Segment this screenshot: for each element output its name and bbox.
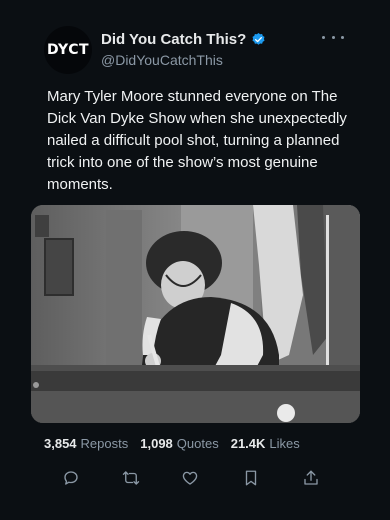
likes-label: Likes: [269, 436, 300, 451]
quotes-stat[interactable]: 1,098 Quotes: [140, 436, 218, 451]
tweet-card: DYCT Did You Catch This? @DidYouCatchThi…: [0, 0, 390, 520]
likes-stat[interactable]: 21.4K Likes: [231, 436, 300, 451]
display-name[interactable]: Did You Catch This?: [101, 31, 246, 48]
like-icon[interactable]: [177, 465, 203, 491]
author-handle[interactable]: @DidYouCatchThis: [101, 52, 223, 68]
reposts-label: Reposts: [80, 436, 129, 451]
engagement-stats: 3,854 Reposts 1,098 Quotes 21.4K Likes: [44, 436, 300, 451]
reply-icon[interactable]: [58, 465, 84, 491]
verified-badge-icon: [252, 32, 265, 45]
photo-illustration: [31, 205, 360, 423]
reposts-count: 3,854: [44, 436, 77, 451]
repost-icon[interactable]: [118, 465, 144, 491]
avatar-logo-text: DYCT: [46, 42, 90, 58]
avatar[interactable]: DYCT: [44, 26, 92, 74]
quotes-count: 1,098: [140, 436, 173, 451]
reposts-stat[interactable]: 3,854 Reposts: [44, 436, 128, 451]
tweet-text: Mary Tyler Moore stunned everyone on The…: [47, 88, 347, 193]
author-name-row: Did You Catch This?: [101, 31, 266, 48]
share-icon[interactable]: [298, 465, 324, 491]
likes-count: 21.4K: [230, 436, 266, 451]
action-bar: [58, 465, 326, 491]
tweet-media-photo[interactable]: [31, 205, 360, 423]
more-options-icon[interactable]: [322, 30, 344, 44]
quotes-label: Quotes: [176, 436, 219, 451]
bookmark-icon[interactable]: [238, 465, 264, 491]
